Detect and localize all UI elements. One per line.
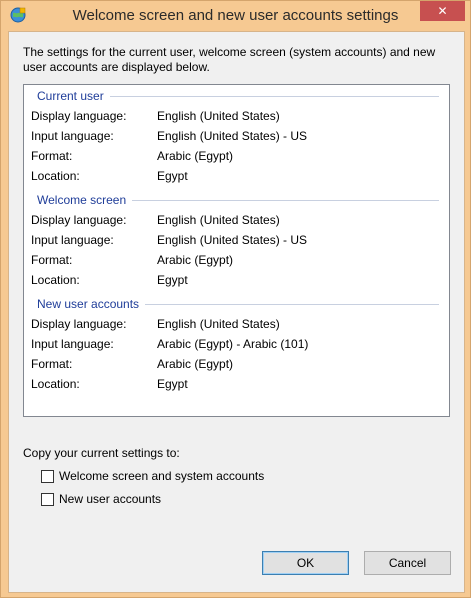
section-heading-welcome-screen: Welcome screen: [37, 192, 439, 208]
dialog-client-area: The settings for the current user, welco…: [8, 31, 465, 593]
setting-label: Display language:: [31, 213, 127, 227]
setting-label: Display language:: [31, 109, 127, 123]
setting-value: Arabic (Egypt): [157, 253, 234, 267]
setting-label: Format:: [31, 357, 73, 371]
settings-panel: Current user Display language: English (…: [23, 84, 450, 417]
setting-value: English (United States) - US: [157, 233, 308, 247]
setting-value: Arabic (Egypt): [157, 149, 234, 163]
setting-value: English (United States) - US: [157, 129, 308, 143]
setting-value: Arabic (Egypt): [157, 357, 234, 371]
welcome-screen-checkbox[interactable]: [41, 469, 54, 483]
cancel-button[interactable]: Cancel: [364, 551, 451, 575]
close-button[interactable]: ✕: [420, 1, 465, 21]
checkbox-label[interactable]: New user accounts: [59, 492, 161, 506]
ok-button[interactable]: OK: [262, 551, 349, 575]
checkbox-label[interactable]: Welcome screen and system accounts: [59, 469, 264, 483]
title-bar[interactable]: Welcome screen and new user accounts set…: [1, 1, 470, 31]
section-divider: [109, 95, 439, 97]
setting-value: Egypt: [157, 169, 188, 183]
section-title: Current user: [37, 89, 104, 103]
setting-value: Egypt: [157, 377, 188, 391]
new-user-accounts-checkbox[interactable]: [41, 492, 54, 506]
intro-text: The settings for the current user, welco…: [23, 45, 436, 74]
setting-value: English (United States): [157, 317, 280, 331]
section-title: Welcome screen: [37, 193, 127, 207]
dialog-window: Welcome screen and new user accounts set…: [0, 0, 471, 598]
copy-to-new-user-accounts-option[interactable]: New user accounts: [41, 491, 161, 507]
setting-label: Location:: [31, 273, 80, 287]
setting-value: Egypt: [157, 273, 188, 287]
setting-label: Display language:: [31, 317, 127, 331]
window-title: Welcome screen and new user accounts set…: [72, 7, 399, 24]
section-heading-current-user: Current user: [37, 88, 439, 104]
section-heading-new-user-accounts: New user accounts: [37, 296, 439, 312]
setting-label: Location:: [31, 377, 80, 391]
setting-value: English (United States): [157, 109, 280, 123]
copy-settings-label: Copy your current settings to:: [23, 446, 180, 460]
section-divider: [145, 303, 439, 305]
setting-label: Format:: [31, 253, 73, 267]
setting-value: Arabic (Egypt) - Arabic (101): [157, 337, 309, 351]
setting-label: Input language:: [31, 129, 114, 143]
section-title: New user accounts: [37, 297, 140, 311]
copy-to-welcome-screen-option[interactable]: Welcome screen and system accounts: [41, 468, 264, 484]
section-divider: [132, 199, 439, 201]
close-icon: ✕: [437, 4, 448, 18]
setting-label: Format:: [31, 149, 73, 163]
setting-label: Input language:: [31, 233, 114, 247]
setting-value: English (United States): [157, 213, 280, 227]
setting-label: Input language:: [31, 337, 114, 351]
setting-label: Location:: [31, 169, 80, 183]
